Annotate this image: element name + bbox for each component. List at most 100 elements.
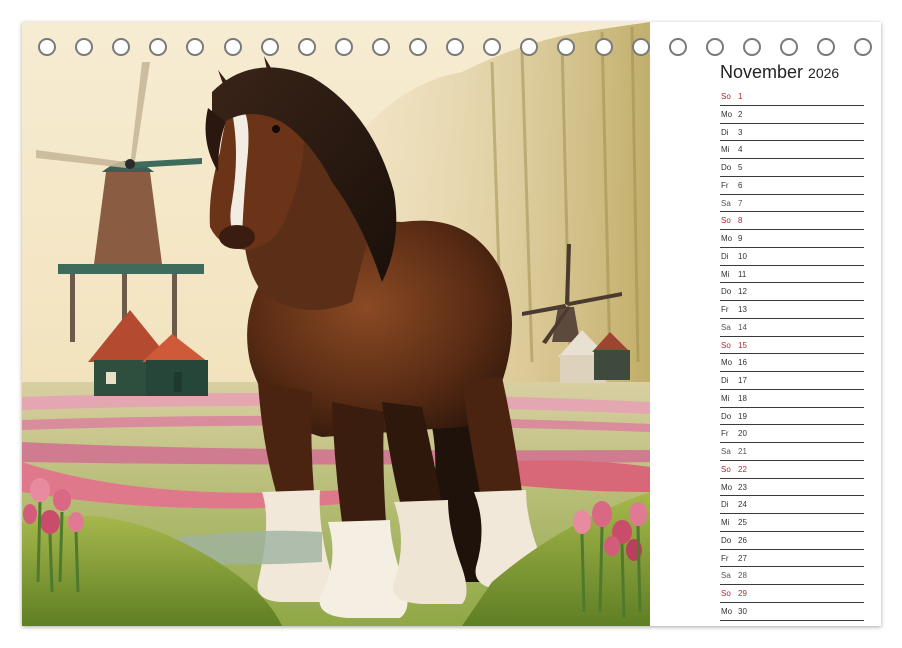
- day-number: 23: [738, 482, 747, 492]
- weekday-label: Do: [721, 287, 732, 297]
- weekday-label: So: [721, 464, 731, 474]
- weekday-label: Mo: [721, 109, 733, 119]
- spiral-ring-icon: [409, 38, 427, 56]
- weekday-label: Fr: [721, 553, 729, 563]
- day-row: Fr 20: [720, 425, 864, 443]
- day-list: So 1 Mo 2 Di 3 Mi 4 Do 5 Fr 6 Sa 7 So 8 Mo 9 Di 10 Mi 11 Do 12 F…: [720, 88, 864, 621]
- spiral-ring-icon: [112, 38, 131, 56]
- weekday-label: Do: [721, 163, 732, 172]
- spiral-ring-icon: [446, 38, 465, 56]
- spiral-ring-icon: [260, 38, 279, 56]
- month-name: November: [720, 62, 804, 82]
- weekday-label: Mo: [721, 606, 733, 616]
- weekday-label: Di: [721, 376, 729, 385]
- weekday-label: Do: [721, 535, 732, 545]
- day-row: Mo 23: [720, 479, 864, 497]
- spiral-ring-icon: [705, 38, 724, 56]
- day-number: 14: [738, 322, 747, 332]
- day-row: Mi 4: [720, 141, 864, 159]
- day-number: 21: [738, 447, 747, 456]
- day-row: Fr 13: [720, 301, 864, 319]
- spiral-ring-icon: [854, 38, 873, 56]
- day-row: Mo 16: [720, 354, 864, 372]
- weekday-label: Di: [721, 251, 729, 261]
- day-row: Sa 21: [720, 443, 864, 461]
- day-row: Di 10: [720, 248, 864, 266]
- day-row: Fr 6: [720, 177, 864, 195]
- day-number: 4: [738, 145, 743, 155]
- spiral-ring-icon: [780, 38, 798, 56]
- weekday-label: Mo: [721, 234, 733, 243]
- spiral-ring-icon: [594, 38, 613, 56]
- day-row: So 15: [720, 337, 864, 355]
- day-row: Di 24: [720, 496, 864, 514]
- day-number: 28: [738, 571, 747, 581]
- day-number: 19: [738, 411, 747, 421]
- day-row: Sa 28: [720, 567, 864, 585]
- day-number: 12: [738, 287, 747, 297]
- day-number: 9: [738, 234, 743, 243]
- spiral-ring-icon: [223, 38, 242, 56]
- spiral-ring-icon: [149, 38, 168, 56]
- day-row: Do 12: [720, 283, 864, 301]
- weekday-label: Do: [721, 411, 732, 421]
- spiral-ring-icon: [371, 38, 390, 56]
- spiral-ring-icon: [75, 38, 94, 56]
- weekday-label: Mi: [721, 393, 730, 403]
- weekday-label: Di: [721, 127, 729, 137]
- spiral-ring-icon: [817, 38, 836, 56]
- day-number: 7: [738, 198, 743, 208]
- day-row: Di 17: [720, 372, 864, 390]
- day-number: 26: [738, 535, 747, 545]
- day-number: 16: [738, 358, 747, 368]
- day-number: 8: [738, 216, 743, 226]
- weekday-label: Mi: [721, 518, 730, 527]
- day-number: 27: [738, 553, 747, 563]
- day-number: 15: [738, 340, 747, 350]
- day-number: 2: [738, 109, 743, 119]
- day-number: 17: [738, 376, 747, 385]
- day-number: 30: [738, 606, 747, 616]
- day-number: 1: [738, 92, 743, 101]
- weekday-label: Mo: [721, 358, 733, 368]
- weekday-label: Fr: [721, 429, 729, 439]
- weekday-label: Mi: [721, 145, 730, 155]
- day-row: So 1: [720, 88, 864, 106]
- day-number: 11: [738, 269, 747, 279]
- spiral-ring-icon: [631, 38, 650, 56]
- day-row: So 22: [720, 461, 864, 479]
- day-number: 29: [738, 589, 747, 598]
- month-title: November 2026: [720, 62, 864, 88]
- day-row: Mo 2: [720, 106, 864, 124]
- day-number: 3: [738, 127, 743, 137]
- day-row: So 8: [720, 212, 864, 230]
- day-row: Mo 30: [720, 603, 864, 621]
- day-number: 22: [738, 464, 747, 474]
- horse-windmill-photo: [22, 22, 650, 626]
- spiral-ring-icon: [186, 38, 205, 56]
- weekday-label: Mo: [721, 482, 733, 492]
- spiral-ring-icon: [520, 38, 539, 56]
- day-number: 6: [738, 180, 743, 190]
- day-number: 24: [738, 500, 747, 510]
- day-number: 10: [738, 251, 747, 261]
- spiral-ring-icon: [557, 38, 576, 56]
- day-row: Do 19: [720, 408, 864, 426]
- day-number: 5: [738, 163, 743, 172]
- weekday-label: Di: [721, 500, 729, 510]
- spiral-ring-icon: [38, 38, 56, 56]
- day-row: Do 5: [720, 159, 864, 177]
- spiral-binding: [22, 38, 881, 60]
- weekday-label: So: [721, 92, 731, 101]
- weekday-label: So: [721, 216, 731, 226]
- spiral-ring-icon: [742, 38, 761, 56]
- calendar-panel: November 2026 So 1 Mo 2 Di 3 Mi 4 Do 5 Fr 6 Sa 7 So 8 Mo…: [720, 62, 864, 621]
- weekday-label: So: [721, 589, 731, 598]
- day-row: Mi 18: [720, 390, 864, 408]
- weekday-label: Mi: [721, 269, 730, 279]
- day-number: 20: [738, 429, 747, 439]
- month-year: 2026: [808, 65, 840, 81]
- day-number: 25: [738, 518, 747, 527]
- spiral-ring-icon: [483, 38, 502, 56]
- day-row: Sa 14: [720, 319, 864, 337]
